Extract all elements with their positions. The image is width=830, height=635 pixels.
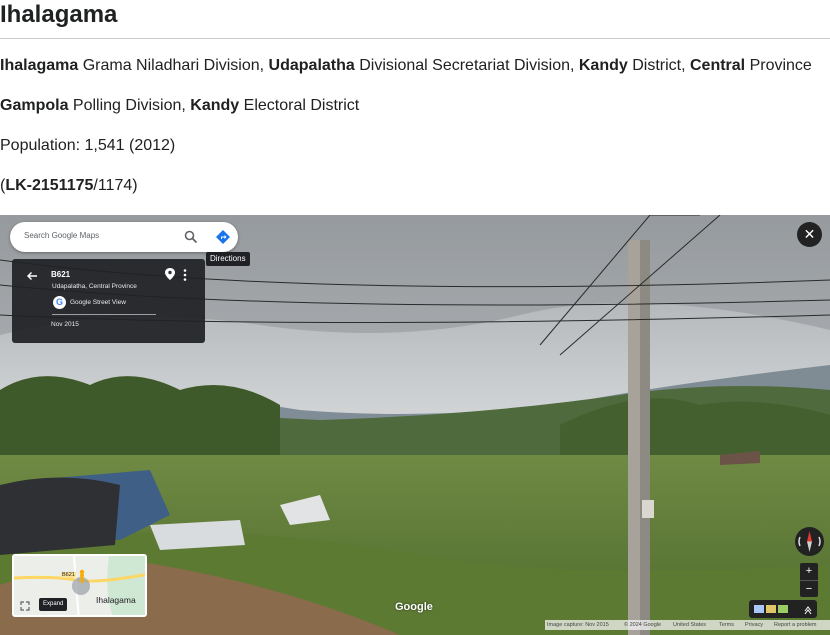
search-icon[interactable] [184,230,198,244]
code-rest: /1174) [93,177,138,194]
province-name: Central [690,57,746,74]
polling-division-name: Gampola [0,97,69,114]
zoom-out-button[interactable]: − [800,580,818,597]
google-logo-icon: G [53,296,66,309]
terms-link[interactable]: Terms [719,620,734,630]
expand-icon[interactable] [20,601,30,611]
back-arrow-icon[interactable] [26,270,38,282]
layers-control[interactable] [749,600,817,618]
layers-icon [754,605,812,615]
electoral-line: Gampola Polling Division, Kandy Electora… [0,96,359,116]
card-title: B621 [51,270,71,279]
location-info-card: B621 Udapalatha, Central Province G Goog… [12,259,205,343]
directions-tooltip: Directions [206,252,250,266]
pin-icon[interactable] [165,268,175,280]
card-subtitle: Udapalatha, Central Province [52,283,137,290]
zoom-control: + − [800,563,818,597]
directions-icon[interactable] [215,229,231,245]
privacy-link[interactable]: Privacy [745,620,763,630]
ds-division-name: Udapalatha [268,57,355,74]
code-id: LK-2151175 [5,177,94,194]
minimap[interactable]: B621 Ihalagama Expand [12,554,147,617]
electoral-district-suffix: Electoral District [239,97,360,114]
minimap-map [14,556,145,615]
street-view-embed[interactable]: Search Google Maps Directions B621 Udapa… [0,215,830,635]
close-icon: ✕ [803,226,816,242]
search-placeholder: Search Google Maps [24,231,100,240]
polling-division-suffix: Polling Division, [68,97,191,114]
street-view-source[interactable]: Google Street View [70,299,126,306]
minimap-route-badge: B621 [61,572,76,578]
code-line: (LK-2151175/1174) [0,176,138,196]
minimap-place-label: Ihalagama [96,595,136,605]
capture-date[interactable]: Nov 2015 [51,321,79,328]
maps-search-box[interactable]: Search Google Maps [10,222,238,252]
admin-divisions-line: Ihalagama Grama Niladhari Division, Udap… [0,56,812,76]
close-button[interactable]: ✕ [797,222,822,247]
card-divider [52,314,156,315]
district-suffix: District, [627,57,690,74]
expand-tooltip: Expand [39,598,68,611]
more-vert-icon[interactable] [183,269,187,281]
compass-control[interactable] [795,527,824,556]
province-suffix: Province [745,57,812,74]
image-capture-text: Image capture: Nov 2015 [547,622,609,628]
copyright-text: © 2024 Google [624,622,662,628]
district-name: Kandy [578,57,628,74]
page-title: Ihalagama [0,1,118,28]
population-line: Population: 1,541 (2012) [0,137,176,154]
gn-division-name: Ihalagama [0,57,79,74]
country-link[interactable]: United States [673,620,706,630]
ds-division-suffix: Divisional Secretariat Division, [354,57,579,74]
zoom-in-button[interactable]: + [800,563,818,580]
google-wordmark: Google [395,601,433,613]
gn-division-suffix: Grama Niladhari Division, [78,57,269,74]
report-problem-link[interactable]: Report a problem [774,620,817,630]
compass-icon [798,531,821,552]
attribution-bar: Image capture: Nov 2015 © 2024 Google Un… [545,620,830,630]
electoral-district-name: Kandy [190,97,240,114]
title-divider [0,38,830,39]
